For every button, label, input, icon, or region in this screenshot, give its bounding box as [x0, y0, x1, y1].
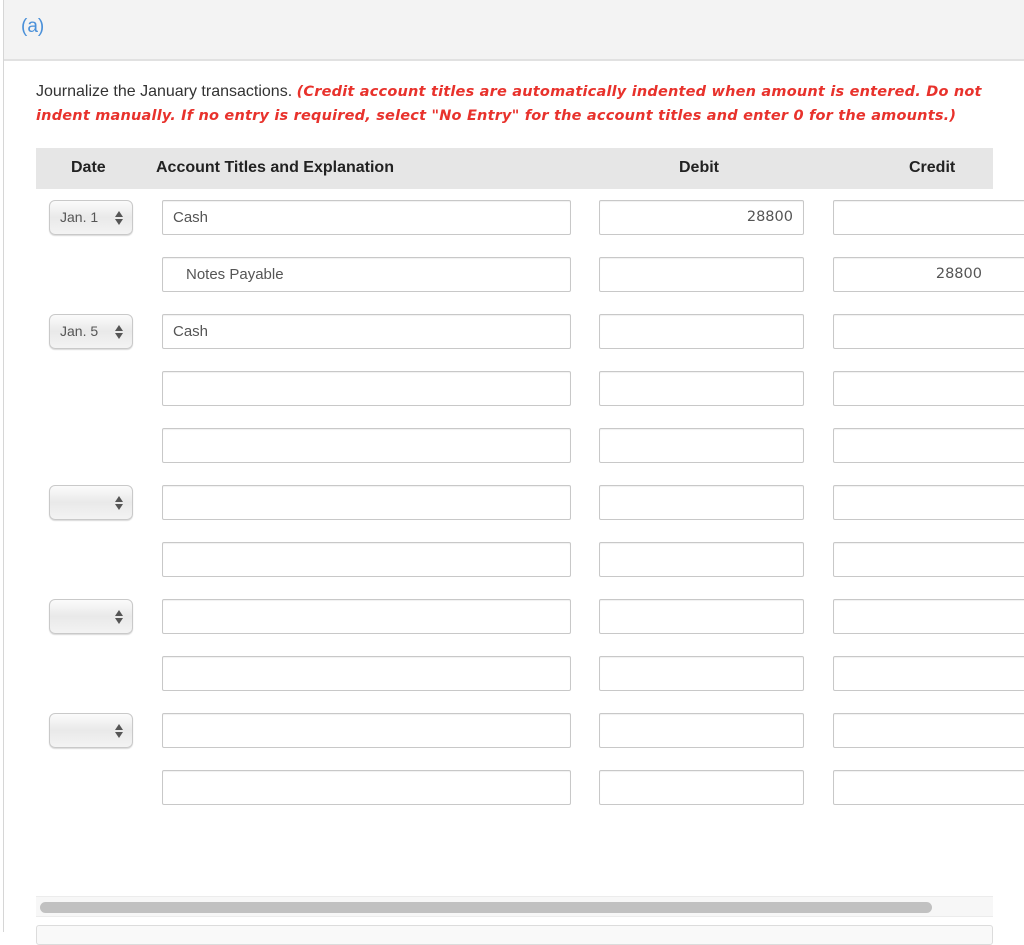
credit-input[interactable] — [833, 371, 1024, 406]
horizontal-scrollbar[interactable] — [36, 896, 993, 917]
debit-input[interactable]: 28800 — [599, 200, 804, 235]
up-down-arrows-icon — [115, 496, 123, 510]
journal-row — [0, 713, 1024, 749]
part-header: (a) — [4, 0, 1024, 61]
journal-row — [0, 542, 1024, 578]
up-down-arrows-icon — [115, 211, 123, 225]
journal-row — [0, 485, 1024, 521]
account-title-input[interactable] — [162, 770, 571, 805]
debit-input[interactable] — [599, 542, 804, 577]
scrollbar-thumb[interactable] — [40, 902, 932, 913]
header-account-titles: Account Titles and Explanation — [156, 159, 394, 176]
debit-input[interactable] — [599, 371, 804, 406]
account-title-input[interactable] — [162, 599, 571, 634]
header-date: Date — [71, 159, 106, 176]
debit-input[interactable] — [599, 428, 804, 463]
journal-row — [0, 371, 1024, 407]
journal-row — [0, 599, 1024, 635]
debit-input[interactable] — [599, 599, 804, 634]
debit-input[interactable] — [599, 485, 804, 520]
account-title-input[interactable] — [162, 371, 571, 406]
account-title-input[interactable]: Notes Payable — [162, 257, 571, 292]
header-credit: Credit — [909, 159, 956, 176]
journal-row — [0, 656, 1024, 692]
date-select[interactable] — [49, 485, 133, 520]
date-select-value: Jan. 1 — [60, 209, 99, 225]
account-title-input[interactable] — [162, 656, 571, 691]
up-down-arrows-icon — [115, 325, 123, 339]
header-debit: Debit — [679, 159, 719, 176]
date-select[interactable] — [49, 713, 133, 748]
debit-input[interactable] — [599, 770, 804, 805]
debit-input[interactable] — [599, 713, 804, 748]
credit-input[interactable] — [833, 542, 1024, 577]
credit-input[interactable] — [833, 656, 1024, 691]
instructions: Journalize the January transactions. (Cr… — [36, 80, 996, 128]
journal-row — [0, 770, 1024, 806]
journal-row: Jan. 5 Cash — [0, 314, 1024, 350]
credit-input[interactable] — [833, 770, 1024, 805]
journal-row: Notes Payable 28800 — [0, 257, 1024, 293]
credit-input[interactable] — [833, 485, 1024, 520]
journal-row — [0, 428, 1024, 464]
journal-table-header: Date Account Titles and Explanation Debi… — [36, 148, 993, 189]
part-label: (a) — [21, 16, 45, 37]
journal-row: Jan. 1 Cash 28800 — [0, 200, 1024, 236]
debit-input[interactable] — [599, 314, 804, 349]
date-select[interactable]: Jan. 1 — [49, 200, 133, 235]
debit-input[interactable] — [599, 656, 804, 691]
credit-input[interactable] — [833, 428, 1024, 463]
date-select-value: Jan. 5 — [60, 323, 99, 339]
credit-input[interactable]: 28800 — [833, 257, 1024, 292]
account-title-input[interactable] — [162, 542, 571, 577]
credit-input[interactable] — [833, 713, 1024, 748]
account-title-input[interactable]: Cash — [162, 200, 571, 235]
bottom-panel — [36, 925, 993, 945]
credit-input[interactable] — [833, 314, 1024, 349]
account-title-input[interactable]: Cash — [162, 314, 571, 349]
account-title-input[interactable] — [162, 428, 571, 463]
credit-input[interactable] — [833, 599, 1024, 634]
date-select[interactable] — [49, 599, 133, 634]
account-title-input[interactable] — [162, 485, 571, 520]
date-select[interactable]: Jan. 5 — [49, 314, 133, 349]
up-down-arrows-icon — [115, 610, 123, 624]
instructions-text: Journalize the January transactions. — [36, 83, 297, 100]
debit-input[interactable] — [599, 257, 804, 292]
credit-input[interactable] — [833, 200, 1024, 235]
up-down-arrows-icon — [115, 724, 123, 738]
account-title-input[interactable] — [162, 713, 571, 748]
